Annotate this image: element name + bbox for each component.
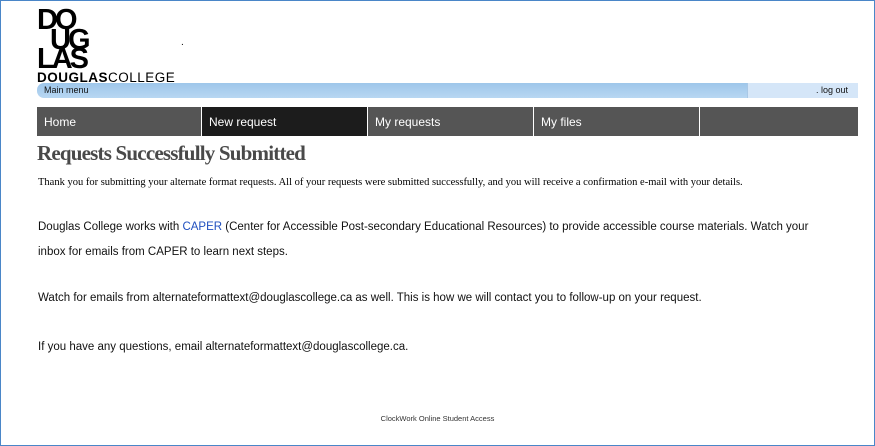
questions-paragraph: If you have any questions, email alterna… — [38, 341, 409, 353]
log-out-link[interactable]: . log out — [816, 84, 848, 97]
confirmation-message: Thank you for submitting your alternate … — [38, 177, 743, 188]
footer-text: ClockWork Online Student Access — [380, 414, 495, 423]
logo-mark: DO UG LAS DOUGLASCOLLEGE — [37, 4, 175, 85]
log-out-area: . log out — [747, 83, 858, 98]
logo-wordmark-bold: DOUGLAS — [37, 70, 108, 84]
page-title: Requests Successfully Submitted — [37, 141, 306, 165]
tab-my-requests[interactable]: My requests — [368, 107, 534, 136]
caper-paragraph-line-1: Douglas College works with CAPER (Center… — [38, 221, 808, 233]
decorative-dot: . — [181, 37, 184, 48]
caper-paragraph-line-2: inbox for emails from CAPER to learn nex… — [38, 246, 288, 258]
tab-empty — [700, 107, 858, 136]
logo-wordmark-light: COLLEGE — [108, 70, 175, 84]
main-navigation: Home New request My requests My files — [37, 107, 858, 136]
tab-home[interactable]: Home — [37, 107, 202, 136]
main-menu-link[interactable]: Main menu — [44, 84, 89, 97]
tab-new-request[interactable]: New request — [202, 107, 368, 136]
caper-text-after: (Center for Accessible Post-secondary Ed… — [222, 221, 809, 233]
tab-my-files[interactable]: My files — [534, 107, 700, 136]
caper-text-before: Douglas College works with — [38, 221, 183, 233]
logo-wordmark: DOUGLASCOLLEGE — [37, 70, 175, 84]
douglas-college-logo[interactable]: DO UG LAS DOUGLASCOLLEGE — [37, 4, 197, 85]
main-menu-bar: Main menu . log out — [37, 83, 858, 98]
caper-link[interactable]: CAPER — [182, 221, 222, 233]
contact-paragraph: Watch for emails from alternateformattex… — [38, 292, 702, 304]
